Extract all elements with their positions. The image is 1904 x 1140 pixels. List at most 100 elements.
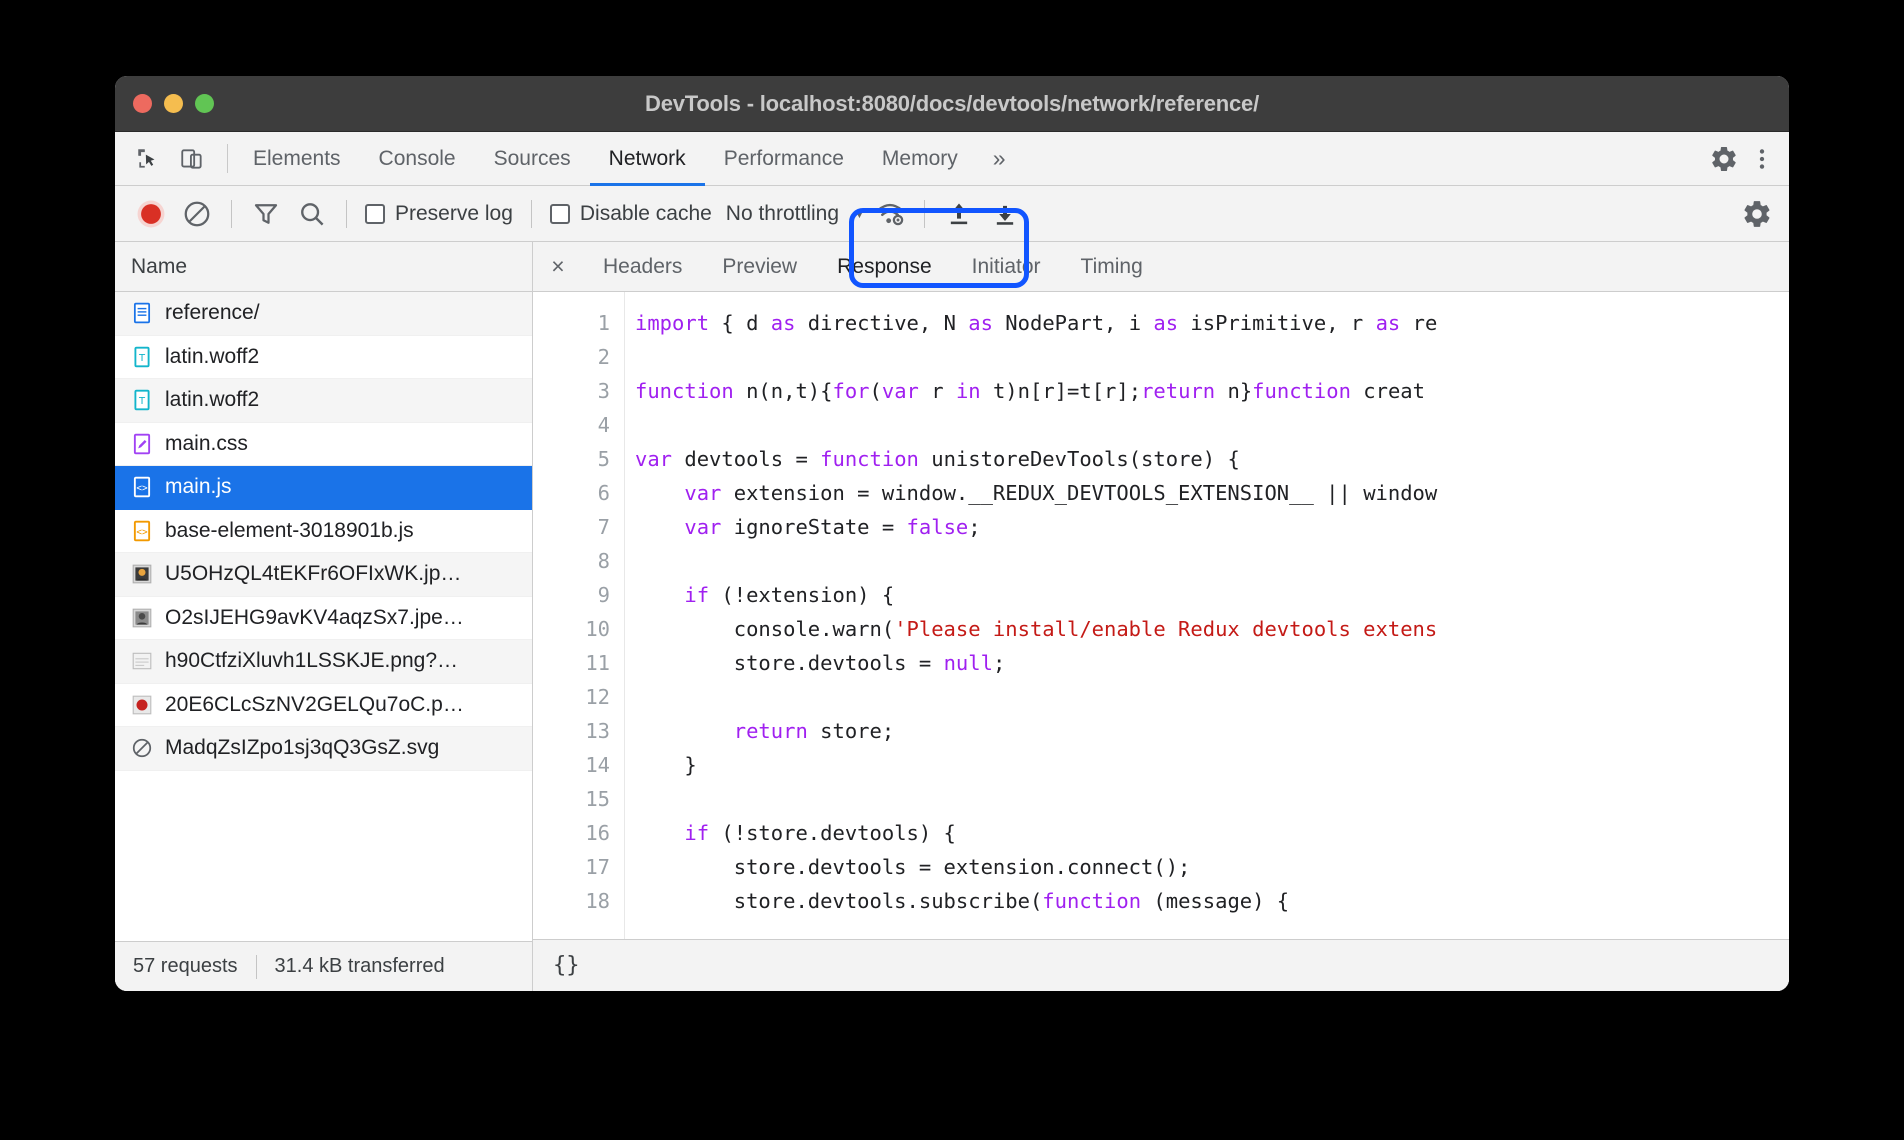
code-line bbox=[635, 782, 1789, 816]
preserve-log-checkbox[interactable]: Preserve log bbox=[359, 202, 519, 226]
code-line bbox=[635, 408, 1789, 442]
table-row[interactable]: U5OHzQL4tEKFr6OFIxWK.jp… bbox=[115, 553, 532, 597]
network-settings-gear-icon[interactable] bbox=[1735, 192, 1779, 236]
tab-timing-label: Timing bbox=[1081, 255, 1143, 279]
line-number: 16 bbox=[533, 816, 610, 850]
download-arrow-icon[interactable] bbox=[983, 192, 1027, 236]
code-format-bar: {} bbox=[533, 939, 1789, 991]
request-name: MadqZsIZpo1sj3qQ3GsZ.svg bbox=[165, 736, 439, 760]
svg-icon bbox=[131, 737, 153, 759]
table-row[interactable]: main.css bbox=[115, 423, 532, 467]
tab-network-label: Network bbox=[609, 147, 686, 171]
response-code-content[interactable]: import { d as directive, N as NodePart, … bbox=[625, 292, 1789, 939]
request-name: reference/ bbox=[165, 301, 260, 325]
tab-timing[interactable]: Timing bbox=[1061, 242, 1163, 291]
status-divider bbox=[256, 955, 257, 979]
device-toolbar-icon[interactable] bbox=[173, 140, 211, 178]
preserve-log-box[interactable] bbox=[365, 204, 385, 224]
tab-console[interactable]: Console bbox=[360, 132, 475, 185]
throttling-dropdown[interactable]: No throttling ▼ bbox=[720, 202, 866, 226]
record-icon[interactable] bbox=[129, 192, 173, 236]
script-icon: <> bbox=[131, 520, 153, 542]
line-number: 13 bbox=[533, 714, 610, 748]
table-row[interactable]: O2sIJEHG9avKV4aqzSx7.jpe… bbox=[115, 597, 532, 641]
tab-sources-label: Sources bbox=[494, 147, 571, 171]
code-line: return store; bbox=[635, 714, 1789, 748]
table-row[interactable]: 20E6CLcSzNV2GELQu7oC.p… bbox=[115, 684, 532, 728]
requests-list[interactable]: reference/ T latin.woff2 T latin.woff2 bbox=[115, 292, 532, 941]
more-options-icon[interactable] bbox=[1743, 140, 1781, 178]
tab-response-label: Response bbox=[837, 255, 932, 279]
tabstrip-left-icons bbox=[115, 132, 221, 185]
minimize-window-button[interactable] bbox=[164, 94, 183, 113]
line-number: 11 bbox=[533, 646, 610, 680]
request-name: U5OHzQL4tEKFr6OFIxWK.jp… bbox=[165, 562, 461, 586]
line-number: 1 bbox=[533, 306, 610, 340]
tab-performance[interactable]: Performance bbox=[705, 132, 863, 185]
document-icon bbox=[131, 302, 153, 324]
table-row[interactable]: h90CtfziXluvh1LSSKJE.png?… bbox=[115, 640, 532, 684]
table-row[interactable]: T latin.woff2 bbox=[115, 379, 532, 423]
preserve-log-label: Preserve log bbox=[395, 202, 513, 226]
request-count: 57 requests bbox=[133, 955, 238, 978]
table-row[interactable]: MadqZsIZpo1sj3qQ3GsZ.svg bbox=[115, 727, 532, 771]
request-name: latin.woff2 bbox=[165, 345, 259, 369]
line-number: 15 bbox=[533, 782, 610, 816]
window-title: DevTools - localhost:8080/docs/devtools/… bbox=[115, 91, 1789, 117]
tab-network[interactable]: Network bbox=[590, 132, 705, 185]
inspect-element-icon[interactable] bbox=[129, 140, 167, 178]
line-number: 10 bbox=[533, 612, 610, 646]
requests-column-header[interactable]: Name bbox=[115, 242, 532, 292]
detail-tabstrip: × Headers Preview Response Initiator Tim… bbox=[533, 242, 1789, 292]
code-line: store.devtools.subscribe(function (messa… bbox=[635, 884, 1789, 918]
table-row-selected[interactable]: <> main.js bbox=[115, 466, 532, 510]
table-row[interactable]: <> base-element-3018901b.js bbox=[115, 510, 532, 554]
search-icon[interactable] bbox=[290, 192, 334, 236]
line-number: 8 bbox=[533, 544, 610, 578]
line-number: 18 bbox=[533, 884, 610, 918]
disable-cache-box[interactable] bbox=[550, 204, 570, 224]
network-toolbar: Preserve log Disable cache No throttling… bbox=[115, 186, 1789, 242]
tabstrip-right-icons bbox=[1692, 132, 1789, 185]
clear-icon[interactable] bbox=[175, 192, 219, 236]
tab-headers-label: Headers bbox=[603, 255, 682, 279]
line-number: 14 bbox=[533, 748, 610, 782]
disable-cache-checkbox[interactable]: Disable cache bbox=[544, 202, 718, 226]
table-row[interactable]: reference/ bbox=[115, 292, 532, 336]
line-number: 12 bbox=[533, 680, 610, 714]
window-titlebar: DevTools - localhost:8080/docs/devtools/… bbox=[115, 76, 1789, 132]
code-line: if (!store.devtools) { bbox=[635, 816, 1789, 850]
tab-memory[interactable]: Memory bbox=[863, 132, 977, 185]
code-line: var ignoreState = false; bbox=[635, 510, 1789, 544]
request-name: O2sIJEHG9avKV4aqzSx7.jpe… bbox=[165, 606, 464, 630]
code-line: store.devtools = extension.connect(); bbox=[635, 850, 1789, 884]
tab-response[interactable]: Response bbox=[817, 242, 952, 291]
column-header-name: Name bbox=[131, 255, 187, 279]
tab-headers[interactable]: Headers bbox=[583, 242, 702, 291]
tab-console-label: Console bbox=[379, 147, 456, 171]
tab-elements[interactable]: Elements bbox=[234, 132, 360, 185]
upload-arrow-icon[interactable] bbox=[937, 192, 981, 236]
image-thumbnail bbox=[131, 607, 153, 629]
request-name: 20E6CLcSzNV2GELQu7oC.p… bbox=[165, 693, 464, 717]
code-line: function n(n,t){for(var r in t)n[r]=t[r]… bbox=[635, 374, 1789, 408]
svg-text:<>: <> bbox=[136, 483, 148, 494]
wifi-settings-icon[interactable] bbox=[868, 192, 912, 236]
more-tabs-button[interactable]: » bbox=[977, 132, 1022, 185]
table-row[interactable]: T latin.woff2 bbox=[115, 336, 532, 380]
tab-preview[interactable]: Preview bbox=[702, 242, 817, 291]
tab-performance-label: Performance bbox=[724, 147, 844, 171]
image-thumbnail bbox=[131, 563, 153, 585]
close-detail-icon[interactable]: × bbox=[533, 253, 583, 280]
settings-gear-icon[interactable] bbox=[1705, 140, 1743, 178]
format-pretty-print-button[interactable]: {} bbox=[553, 953, 580, 978]
tab-initiator[interactable]: Initiator bbox=[952, 242, 1061, 291]
tab-sources[interactable]: Sources bbox=[475, 132, 590, 185]
close-window-button[interactable] bbox=[133, 94, 152, 113]
svg-text:T: T bbox=[138, 353, 146, 364]
disable-cache-label: Disable cache bbox=[580, 202, 712, 226]
filter-icon[interactable] bbox=[244, 192, 288, 236]
zoom-window-button[interactable] bbox=[195, 94, 214, 113]
response-code-viewer[interactable]: 123456789101112131415161718 import { d a… bbox=[533, 292, 1789, 939]
tab-initiator-label: Initiator bbox=[972, 255, 1041, 279]
